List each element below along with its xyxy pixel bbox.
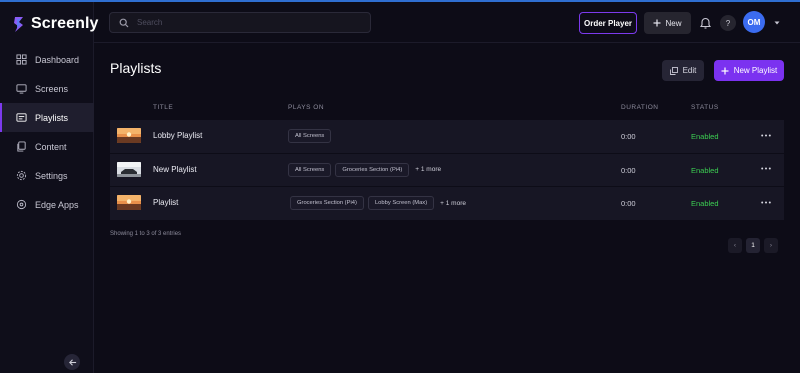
- playlist-thumbnail: [117, 161, 141, 177]
- monitor-icon: [16, 84, 27, 94]
- table-row[interactable]: New Playlist All Screens Groceries Secti…: [110, 153, 784, 187]
- app-logo[interactable]: Screenly: [12, 14, 99, 34]
- notifications-button[interactable]: [697, 14, 713, 32]
- collapse-sidebar-button[interactable]: [64, 354, 80, 370]
- help-label: ?: [725, 18, 731, 28]
- avatar[interactable]: OM: [743, 11, 765, 33]
- new-button[interactable]: New: [644, 12, 691, 34]
- more-screens-link[interactable]: + 1 more: [440, 200, 466, 207]
- more-screens-link[interactable]: + 1 more: [415, 166, 441, 173]
- new-playlist-button[interactable]: New Playlist: [714, 60, 784, 81]
- screenly-logo-icon: [14, 16, 23, 32]
- screen-tag: Lobby Screen (Max): [367, 196, 435, 210]
- playlist-title[interactable]: Lobby Playlist: [153, 131, 202, 140]
- sidebar-item-label: Content: [35, 141, 67, 152]
- search-box[interactable]: [109, 12, 371, 33]
- top-header: Order Player New ? OM: [94, 2, 800, 43]
- dashboard-icon: [16, 54, 27, 65]
- column-header-plays-on[interactable]: PLAYS ON: [288, 104, 324, 111]
- more-horizontal-icon: [761, 201, 771, 203]
- playlist-title[interactable]: New Playlist: [153, 165, 197, 174]
- help-button[interactable]: ?: [720, 15, 736, 31]
- playlist-duration: 0:00: [621, 199, 636, 208]
- plus-icon: [653, 19, 661, 27]
- search-input[interactable]: [137, 18, 357, 27]
- status-badge: Enabled: [691, 165, 719, 175]
- order-player-button[interactable]: Order Player: [579, 12, 637, 34]
- new-playlist-button-label: New Playlist: [733, 66, 778, 75]
- playlist-thumbnail: [117, 195, 141, 210]
- copy-icon: [669, 66, 678, 75]
- search-icon: [119, 18, 129, 27]
- sidebar-item-dashboard[interactable]: Dashboard: [0, 45, 94, 74]
- sidebar-item-edge-apps[interactable]: Edge Apps: [0, 190, 94, 219]
- plays-on-tags: All Screens Groceries Section (Pi4) + 1 …: [288, 162, 441, 177]
- entries-info: Showing 1 to 3 of 3 entries: [110, 231, 182, 237]
- table-row[interactable]: Lobby Playlist All Screens 0:00 Enabled: [110, 120, 784, 154]
- row-menu-button[interactable]: [760, 163, 772, 175]
- sidebar-item-content[interactable]: Content: [0, 132, 94, 161]
- sidebar-item-playlists[interactable]: Playlists: [0, 103, 94, 132]
- gear-icon: [16, 170, 27, 181]
- more-horizontal-icon: [761, 134, 771, 136]
- sidebar: Screenly Dashboard Screens Playlists Con…: [0, 2, 98, 373]
- plays-on-tags: All Screens: [288, 129, 332, 143]
- sidebar-item-screens[interactable]: Screens: [0, 74, 94, 103]
- page-button-current[interactable]: 1: [746, 238, 760, 253]
- playlist-thumbnail: [117, 128, 141, 143]
- sidebar-item-settings[interactable]: Settings: [0, 161, 94, 190]
- playlist-title[interactable]: Playlist: [153, 198, 178, 207]
- screen-tag: All Screens: [288, 162, 332, 177]
- sidebar-item-label: Edge Apps: [35, 199, 79, 210]
- playlist-duration: 0:00: [621, 132, 636, 141]
- previous-page-button[interactable]: ‹: [728, 238, 742, 253]
- page-number: 1: [751, 242, 755, 249]
- status-badge: Enabled: [691, 132, 719, 141]
- edit-button[interactable]: Edit: [662, 60, 704, 81]
- bell-icon: [699, 17, 711, 29]
- app-name: Screenly: [31, 15, 99, 32]
- avatar-initials: OM: [747, 17, 761, 27]
- sidebar-nav: Dashboard Screens Playlists Content Sett…: [0, 45, 94, 219]
- edit-button-label: Edit: [682, 66, 697, 75]
- playlist-duration: 0:00: [621, 165, 636, 175]
- row-menu-button[interactable]: [760, 129, 772, 141]
- playlist-table: Lobby Playlist All Screens 0:00 Enabled …: [110, 120, 784, 221]
- screen-tag: All Screens: [288, 129, 332, 143]
- playlist-icon: [16, 113, 27, 122]
- plus-icon: [721, 67, 729, 74]
- screen-tag: Groceries Section (Pi4): [335, 162, 410, 177]
- chevron-down-icon[interactable]: [773, 20, 781, 26]
- status-badge: Enabled: [691, 199, 719, 208]
- page-title: Playlists: [110, 60, 162, 76]
- sidebar-item-label: Dashboard: [35, 54, 80, 65]
- chevron-left-icon: ‹: [733, 242, 737, 249]
- column-header-title[interactable]: TITLE: [153, 104, 173, 111]
- pagination: ‹ 1 ›: [728, 238, 778, 253]
- column-header-status[interactable]: STATUS: [691, 104, 719, 111]
- next-page-button[interactable]: ›: [764, 238, 778, 253]
- table-row[interactable]: Playlist Groceries Section (Pi4) Lobby S…: [110, 187, 784, 221]
- sidebar-item-label: Playlists: [35, 112, 69, 123]
- sidebar-item-label: Settings: [35, 170, 68, 181]
- files-icon: [17, 141, 26, 152]
- more-horizontal-icon: [761, 167, 771, 170]
- sidebar-item-label: Screens: [35, 83, 69, 94]
- column-header-duration[interactable]: DURATION: [621, 104, 658, 111]
- screen-tag: Groceries Section (Pi4): [290, 196, 364, 210]
- edge-apps-icon: [16, 199, 27, 210]
- new-button-label: New: [665, 18, 682, 28]
- row-menu-button[interactable]: [760, 196, 772, 208]
- table-header: TITLE PLAYS ON DURATION STATUS: [110, 100, 784, 117]
- plays-on-tags: Groceries Section (Pi4) Lobby Screen (Ma…: [290, 196, 466, 210]
- arrow-left-icon: [68, 358, 76, 366]
- chevron-right-icon: ›: [769, 242, 773, 249]
